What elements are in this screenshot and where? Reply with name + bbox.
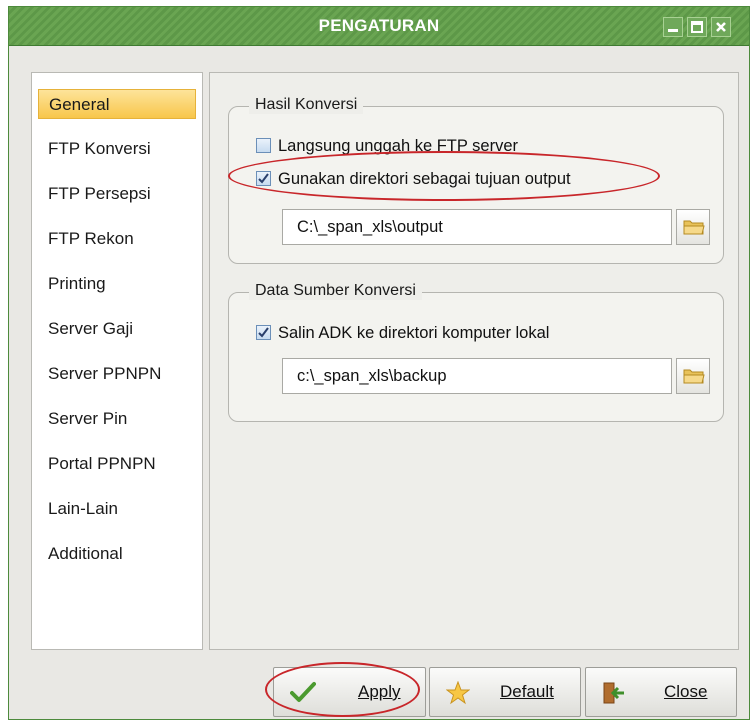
checkmark-icon	[258, 327, 269, 338]
settings-window: PENGATURAN General FTP Konversi FTP Pers…	[8, 6, 750, 720]
output-path-field[interactable]: C:\_span_xls\output	[282, 209, 672, 245]
copy-adk-option[interactable]: Salin ADK ke direktori komputer lokal	[256, 321, 616, 345]
sidebar-item-server-ppnpn[interactable]: Server PPNPN	[38, 359, 196, 389]
copy-adk-checkbox[interactable]	[256, 325, 271, 340]
close-window-button[interactable]	[711, 17, 731, 37]
sidebar-item-server-pin[interactable]: Server Pin	[38, 404, 196, 434]
apply-button[interactable]: Apply	[273, 667, 426, 717]
upload-ftp-label: Langsung unggah ke FTP server	[278, 137, 519, 155]
use-directory-option[interactable]: Gunakan direktori sebagai tujuan output	[256, 167, 636, 191]
backup-browse-button[interactable]	[676, 358, 710, 394]
maximize-button[interactable]	[687, 17, 707, 37]
sidebar-item-lain-lain[interactable]: Lain-Lain	[38, 494, 196, 524]
window-title: PENGATURAN	[318, 16, 440, 35]
use-directory-checkbox[interactable]	[256, 171, 271, 186]
use-directory-label: Gunakan direktori sebagai tujuan output	[278, 170, 571, 188]
folder-open-icon	[683, 369, 705, 384]
data-sumber-group: Data Sumber Konversi Salin ADK ke direkt…	[228, 282, 724, 422]
sidebar-item-portal-ppnpn[interactable]: Portal PPNPN	[38, 449, 196, 479]
checkmark-icon	[290, 682, 316, 702]
output-browse-button[interactable]	[676, 209, 710, 245]
settings-sidebar: General FTP Konversi FTP Persepsi FTP Re…	[31, 72, 203, 650]
sidebar-item-printing[interactable]: Printing	[38, 269, 196, 299]
title-bar[interactable]: PENGATURAN	[9, 7, 749, 46]
apply-label: Apply	[358, 682, 401, 701]
copy-adk-label: Salin ADK ke direktori komputer lokal	[278, 324, 550, 342]
hasil-konversi-group: Hasil Konversi Langsung unggah ke FTP se…	[228, 96, 724, 264]
sidebar-item-general[interactable]: General	[38, 89, 196, 119]
default-button[interactable]: Default	[429, 667, 581, 717]
close-label: Close	[664, 682, 708, 701]
close-icon	[716, 22, 726, 32]
folder-open-icon	[683, 220, 705, 235]
sidebar-item-ftp-persepsi[interactable]: FTP Persepsi	[38, 179, 196, 209]
minimize-icon	[668, 29, 678, 32]
exit-door-icon	[603, 682, 624, 704]
minimize-button[interactable]	[663, 17, 683, 37]
sidebar-item-additional[interactable]: Additional	[38, 539, 196, 569]
star-icon	[446, 681, 470, 705]
upload-ftp-checkbox[interactable]	[256, 138, 271, 153]
sidebar-item-ftp-konversi[interactable]: FTP Konversi	[38, 134, 196, 164]
maximize-icon	[691, 21, 703, 33]
default-label: Default	[500, 682, 554, 701]
sidebar-item-ftp-rekon[interactable]: FTP Rekon	[38, 224, 196, 254]
data-sumber-legend: Data Sumber Konversi	[249, 282, 422, 300]
upload-ftp-option[interactable]: Langsung unggah ke FTP server	[256, 134, 556, 158]
backup-path-field[interactable]: c:\_span_xls\backup	[282, 358, 672, 394]
checkmark-icon	[258, 173, 269, 184]
close-button[interactable]: Close	[585, 667, 737, 717]
hasil-konversi-legend: Hasil Konversi	[249, 96, 364, 114]
settings-content-panel: Hasil Konversi Langsung unggah ke FTP se…	[209, 72, 739, 650]
sidebar-item-server-gaji[interactable]: Server Gaji	[38, 314, 196, 344]
